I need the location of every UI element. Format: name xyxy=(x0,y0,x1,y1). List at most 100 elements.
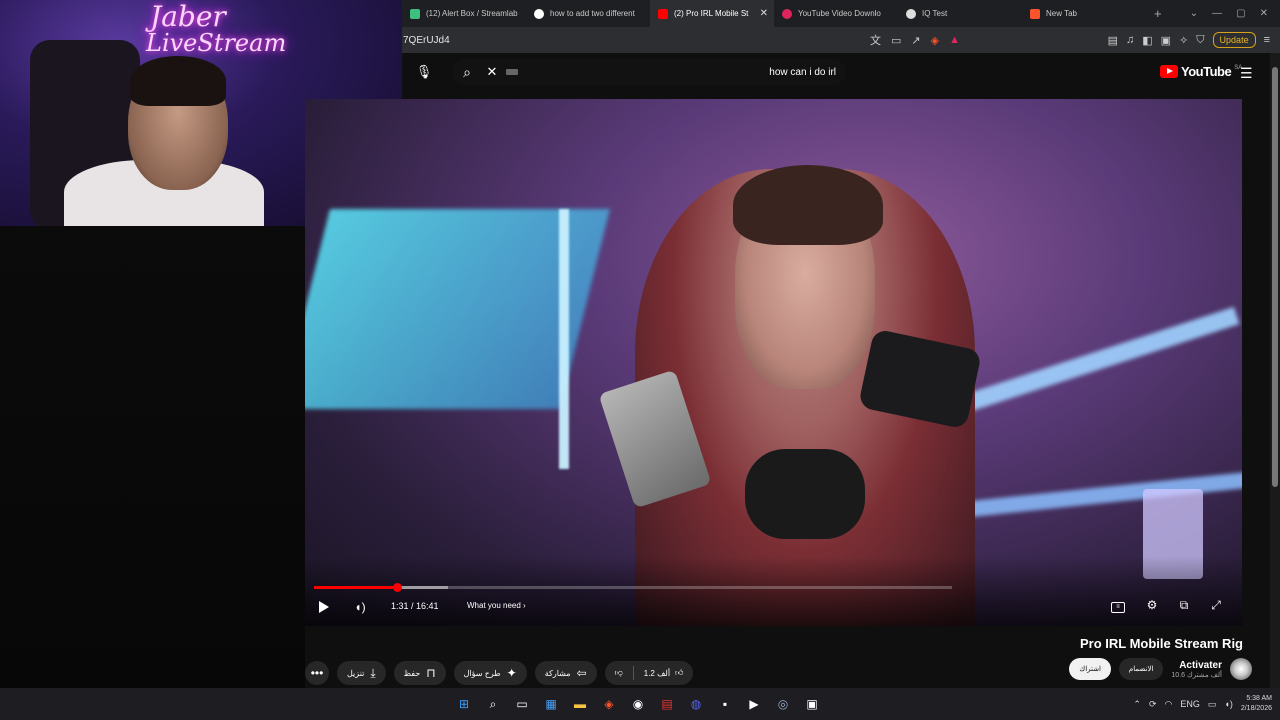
language-indicator[interactable]: ENG xyxy=(1180,699,1200,709)
search-icon[interactable]: ⌕ xyxy=(452,64,482,81)
media-player-icon[interactable]: ▶ xyxy=(742,692,766,716)
close-window-icon[interactable]: ✕ xyxy=(1260,8,1268,19)
sparkle-icon: ✦ xyxy=(506,666,517,680)
chapter-button[interactable]: What you need › xyxy=(467,601,526,610)
tab-favicon-icon xyxy=(410,8,420,19)
display-icon[interactable]: ▭ xyxy=(1208,699,1217,710)
search-icon[interactable]: ⌕ xyxy=(481,692,505,716)
app-icon[interactable]: ▤ xyxy=(655,692,679,716)
address-bar[interactable]: 7QErUJd4 文 ▭ ↗ ◈ ▲ ▤ ♫ ◧ ▣ ✧ ⛉ Update ≡ xyxy=(402,27,1280,53)
neon-sign: Jaber LiveStream xyxy=(146,3,286,57)
browser-tab-active[interactable]: (2) Pro IRL Mobile St ✕ xyxy=(650,0,774,27)
search-box[interactable]: ⌕ ✕ how can i do irl xyxy=(452,59,846,85)
subscribe-button[interactable]: اشتراك xyxy=(1069,658,1111,680)
browser-tab[interactable]: (12) Alert Box / Streamlab xyxy=(402,0,526,27)
play-button[interactable] xyxy=(313,596,335,618)
discord-icon[interactable]: ◍ xyxy=(684,692,708,716)
update-button[interactable]: Update xyxy=(1212,32,1256,48)
menu-icon[interactable]: ≡ xyxy=(1264,34,1270,46)
browser-tab[interactable]: IQ Test xyxy=(898,0,1022,27)
app-icon[interactable]: ▣ xyxy=(800,692,824,716)
youtube-favicon-icon xyxy=(658,8,668,19)
dislike-button[interactable]: 👎︎ xyxy=(605,668,633,678)
new-tab-button[interactable]: + xyxy=(1154,6,1162,21)
share-button[interactable]: مشاركة ⇦ xyxy=(534,661,597,685)
browser-tab[interactable]: YouTube Video Downlo xyxy=(774,0,898,27)
tab-search-icon[interactable]: ⌄ xyxy=(1190,8,1198,19)
leo-ai-icon[interactable]: ✧ xyxy=(1179,34,1188,47)
reading-list-icon[interactable]: ◧ xyxy=(1142,34,1152,47)
wifi-icon[interactable]: ◠ xyxy=(1165,699,1173,710)
obs-icon[interactable]: ◉ xyxy=(626,692,650,716)
progress-scrubber[interactable] xyxy=(392,583,402,592)
volume-button[interactable]: ◖) xyxy=(349,596,371,618)
neon-sign-line2: LiveStream xyxy=(146,29,287,57)
more-actions-button[interactable]: ••• xyxy=(305,661,329,685)
url-text[interactable]: 7QErUJd4 xyxy=(403,35,450,46)
speaker-icon[interactable]: ◖) xyxy=(1224,699,1232,709)
captions-icon: ≡ xyxy=(1116,604,1120,610)
youtube-play-logo-icon xyxy=(1160,65,1178,78)
youtube-wordmark: YouTube xyxy=(1181,64,1232,79)
channel-name[interactable]: Activater xyxy=(1171,660,1222,671)
brave-rewards-icon[interactable]: ▲ xyxy=(949,34,960,46)
subscriber-count: 10.6 ألف مشترك xyxy=(1171,671,1222,679)
keyboard-icon[interactable] xyxy=(506,69,518,75)
brave-browser-icon[interactable]: ◈ xyxy=(597,692,621,716)
translate-icon[interactable]: 文 xyxy=(870,32,881,48)
video-title: Pro IRL Mobile Stream Rig xyxy=(1079,636,1243,651)
clock[interactable]: 5:38 AM 2/18/2026 xyxy=(1241,694,1272,714)
tab-label: how to add two different xyxy=(550,9,635,18)
cast-icon[interactable]: ▭ xyxy=(891,34,901,47)
youtube-logo[interactable]: YouTube SA xyxy=(1160,64,1242,79)
tab-label: YouTube Video Downlo xyxy=(798,9,881,18)
system-tray: ⌃ ⟳ ◠ ENG ▭ ◖) 5:38 AM 2/18/2026 xyxy=(1133,692,1272,716)
chevron-up-icon[interactable]: ⌃ xyxy=(1133,699,1141,710)
gear-icon: ⚙ xyxy=(1146,598,1158,612)
page-scrollbar[interactable] xyxy=(1270,53,1280,688)
download-button[interactable]: تنزيل ⤓ xyxy=(337,661,386,685)
chevron-right-icon: › xyxy=(523,601,526,610)
browser-tab[interactable]: how to add two different xyxy=(526,0,650,27)
widgets-icon[interactable]: ▦ xyxy=(539,692,563,716)
brave-shields-icon[interactable]: ◈ xyxy=(931,34,939,47)
fullscreen-button[interactable]: ⤢ xyxy=(1207,598,1225,613)
search-input[interactable]: how can i do irl xyxy=(518,67,846,78)
channel-avatar[interactable] xyxy=(1230,658,1252,680)
youtube-header: 🎙 ⌕ ✕ how can i do irl YouTube SA ☰ xyxy=(402,53,1270,99)
screen: Jaber LiveStream (12) Alert Box / Stream… xyxy=(0,0,1280,720)
close-tab-icon[interactable]: ✕ xyxy=(760,8,768,19)
steam-icon[interactable]: ◎ xyxy=(771,692,795,716)
scrollbar-thumb[interactable] xyxy=(1272,67,1278,487)
join-button[interactable]: الانضمام xyxy=(1118,658,1164,680)
task-view-icon[interactable]: ▭ xyxy=(510,692,534,716)
video-light-pole xyxy=(559,209,569,469)
minimize-icon[interactable]: — xyxy=(1212,8,1222,19)
app-icon[interactable]: ▪ xyxy=(713,692,737,716)
share-icon[interactable]: ↗ xyxy=(911,34,920,47)
subtitles-button[interactable]: ≡ xyxy=(1111,602,1125,613)
windows-start-icon[interactable]: ⊞ xyxy=(452,692,476,716)
taskbar-apps: ⊞ ⌕ ▭ ▦ ▬ ◈ ◉ ▤ ◍ ▪ ▶ ◎ ▣ xyxy=(452,692,824,716)
ask-label: طرح سؤال xyxy=(463,668,501,678)
tab-label: IQ Test xyxy=(922,9,948,18)
hamburger-menu-icon[interactable]: ☰ xyxy=(1240,65,1253,82)
ask-button[interactable]: طرح سؤال ✦ xyxy=(453,661,527,685)
browser-tab[interactable]: New Tab xyxy=(1022,0,1146,27)
wallet-icon[interactable]: ▣ xyxy=(1161,34,1171,47)
voice-search-icon[interactable]: 🎙 xyxy=(414,62,434,82)
video-player[interactable] xyxy=(305,99,1242,626)
clear-search-icon[interactable]: ✕ xyxy=(482,64,502,80)
sync-icon[interactable]: ⟳ xyxy=(1149,699,1157,710)
sidebar-panel-icon[interactable]: ▤ xyxy=(1108,34,1118,47)
maximize-icon[interactable]: ▢ xyxy=(1236,8,1245,19)
miniplayer-button[interactable]: ⧉ xyxy=(1175,598,1193,613)
settings-button[interactable]: ⚙ xyxy=(1143,598,1161,612)
file-explorer-icon[interactable]: ▬ xyxy=(568,692,592,716)
progress-bar[interactable] xyxy=(314,583,952,592)
save-button[interactable]: حفظ ⊓ xyxy=(393,661,446,685)
media-icon[interactable]: ♫ xyxy=(1126,34,1134,46)
vpn-icon[interactable]: ⛉ xyxy=(1196,34,1204,47)
like-button[interactable]: 1.2 ألف 👍︎ xyxy=(634,668,694,678)
chapter-title: What you need xyxy=(467,601,521,610)
